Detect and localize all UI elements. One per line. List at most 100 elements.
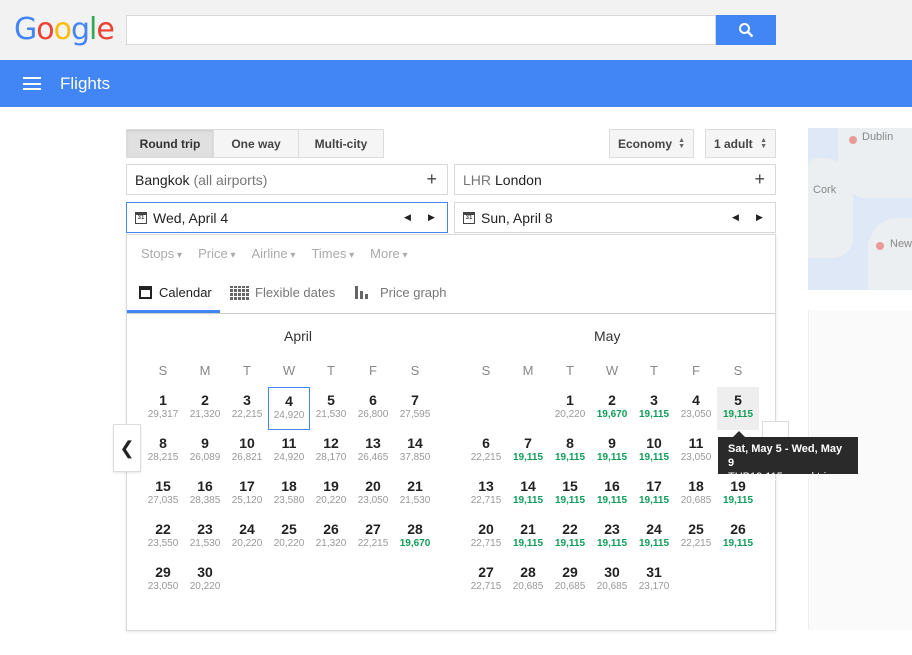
filter-airline[interactable]: Airline: [252, 246, 296, 261]
calendar-day[interactable]: 27 22,215: [352, 516, 394, 559]
prev-date-icon[interactable]: ◀: [732, 212, 739, 223]
day-price: 29,317: [147, 409, 179, 420]
cabin-class-dropdown[interactable]: Economy ▲ ▼: [609, 129, 694, 158]
calendar-day[interactable]: 1 20,220: [549, 387, 591, 430]
filter-times[interactable]: Times: [311, 246, 354, 261]
prev-month-button[interactable]: ❮: [113, 424, 141, 472]
calendar-day[interactable]: 25 20,220: [268, 516, 310, 559]
filter-more[interactable]: More: [370, 246, 407, 261]
round-trip-button[interactable]: Round trip: [127, 130, 214, 157]
calendar-day[interactable]: 5 21,530: [310, 387, 352, 430]
origin-field[interactable]: Bangkok (all airports) +: [126, 164, 448, 195]
calendar-day[interactable]: 13 26,465: [352, 430, 394, 473]
add-origin-icon[interactable]: +: [426, 169, 437, 190]
calendar-day[interactable]: 9 26,089: [184, 430, 226, 473]
calendar-day[interactable]: 15 19,115: [549, 473, 591, 516]
calendar-day[interactable]: 7 19,115: [507, 430, 549, 473]
calendar-day[interactable]: 2 19,670: [591, 387, 633, 430]
add-destination-icon[interactable]: +: [754, 169, 765, 190]
map-preview[interactable]: Dublin Cork New: [808, 128, 912, 290]
calendar-day[interactable]: 22 19,115: [549, 516, 591, 559]
calendar-day[interactable]: 21 21,530: [394, 473, 436, 516]
calendar-day[interactable]: 17 25,120: [226, 473, 268, 516]
calendar-day[interactable]: 26 21,320: [310, 516, 352, 559]
calendar-day[interactable]: 10 26,821: [226, 430, 268, 473]
calendar-day[interactable]: 26 19,115: [717, 516, 759, 559]
google-logo[interactable]: Google: [14, 12, 115, 47]
prev-date-icon[interactable]: ◀: [404, 212, 411, 223]
calendar-day[interactable]: 31 23,170: [633, 559, 675, 602]
day-price: 21,530: [315, 409, 347, 420]
calendar-day[interactable]: 6 22,215: [465, 430, 507, 473]
calendar-day[interactable]: 30 20,220: [184, 559, 226, 602]
calendar-day[interactable]: 20 22,715: [465, 516, 507, 559]
calendar-day[interactable]: 4 24,920: [268, 387, 310, 430]
destination-field[interactable]: LHR London +: [454, 164, 776, 195]
calendar-day[interactable]: 20 23,050: [352, 473, 394, 516]
calendar-day[interactable]: 16 28,385: [184, 473, 226, 516]
calendar-day[interactable]: 29 20,685: [549, 559, 591, 602]
calendar-day[interactable]: 22 23,550: [142, 516, 184, 559]
calendar-day[interactable]: 10 19,115: [633, 430, 675, 473]
calendar-day[interactable]: 18 20,685: [675, 473, 717, 516]
tab-calendar[interactable]: Calendar: [139, 285, 212, 300]
calendar-day[interactable]: 12 28,170: [310, 430, 352, 473]
calendar-day[interactable]: 2 21,320: [184, 387, 226, 430]
next-date-icon[interactable]: ▶: [756, 212, 763, 223]
calendar-day[interactable]: 5 19,115: [717, 387, 759, 430]
calendar-day[interactable]: 29 23,050: [142, 559, 184, 602]
calendar-day[interactable]: 23 21,530: [184, 516, 226, 559]
search-button[interactable]: [716, 15, 776, 45]
one-way-button[interactable]: One way: [214, 130, 299, 157]
calendar-day[interactable]: 4 23,050: [675, 387, 717, 430]
multi-city-button[interactable]: Multi-city: [299, 130, 383, 157]
day-number: 8: [566, 435, 574, 451]
calendar-day[interactable]: 28 20,685: [507, 559, 549, 602]
hamburger-menu-icon[interactable]: [23, 77, 41, 90]
calendar-day[interactable]: 18 23,580: [268, 473, 310, 516]
calendar-day[interactable]: 17 19,115: [633, 473, 675, 516]
calendar-day[interactable]: 11 23,050: [675, 430, 717, 473]
weekday-label: T: [327, 363, 335, 378]
calendar-day[interactable]: 3 19,115: [633, 387, 675, 430]
day-number: 17: [239, 478, 255, 494]
calendar-day[interactable]: 8 19,115: [549, 430, 591, 473]
depart-date: Wed, April 4: [153, 209, 229, 226]
tab-flexible-dates[interactable]: Flexible dates: [230, 285, 335, 300]
tab-label: Price graph: [380, 285, 447, 300]
day-price: 21,320: [189, 409, 221, 420]
calendar-day[interactable]: 14 19,115: [507, 473, 549, 516]
calendar-icon: 31: [463, 211, 475, 224]
next-date-icon[interactable]: ▶: [428, 212, 435, 223]
trip-type-selector: Round trip One way Multi-city: [126, 129, 384, 158]
depart-date-field[interactable]: 31 Wed, April 4 ◀ ▶: [126, 202, 448, 233]
calendar-day[interactable]: 28 19,670: [394, 516, 436, 559]
calendar-day[interactable]: 24 19,115: [633, 516, 675, 559]
passengers-dropdown[interactable]: 1 adult ▲ ▼: [705, 129, 776, 158]
calendar-day[interactable]: 16 19,115: [591, 473, 633, 516]
search-input[interactable]: [126, 15, 716, 45]
day-number: 4: [692, 392, 700, 408]
calendar-day[interactable]: 9 19,115: [591, 430, 633, 473]
day-number: 6: [482, 435, 490, 451]
calendar-day[interactable]: 8 28,215: [142, 430, 184, 473]
calendar-day[interactable]: 27 22,715: [465, 559, 507, 602]
calendar-day[interactable]: 30 20,685: [591, 559, 633, 602]
calendar-day[interactable]: 11 24,920: [268, 430, 310, 473]
calendar-day[interactable]: 24 20,220: [226, 516, 268, 559]
calendar-day[interactable]: 15 27,035: [142, 473, 184, 516]
calendar-day[interactable]: 3 22,215: [226, 387, 268, 430]
filter-price[interactable]: Price: [198, 246, 235, 261]
calendar-day[interactable]: 19 20,220: [310, 473, 352, 516]
calendar-day[interactable]: 1 29,317: [142, 387, 184, 430]
calendar-day[interactable]: 14 37,850: [394, 430, 436, 473]
calendar-day[interactable]: 6 26,800: [352, 387, 394, 430]
calendar-day[interactable]: 7 27,595: [394, 387, 436, 430]
calendar-day[interactable]: 23 19,115: [591, 516, 633, 559]
return-date-field[interactable]: 31 Sun, April 8 ◀ ▶: [454, 202, 776, 233]
calendar-day[interactable]: 21 19,115: [507, 516, 549, 559]
calendar-day[interactable]: 25 22,215: [675, 516, 717, 559]
filter-stops[interactable]: Stops: [141, 246, 182, 261]
calendar-day[interactable]: 13 22,715: [465, 473, 507, 516]
tab-price-graph[interactable]: Price graph: [355, 285, 446, 300]
